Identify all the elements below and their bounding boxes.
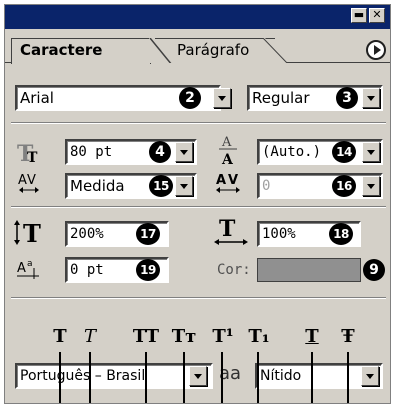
tracking-icon: A V (216, 173, 240, 193)
callout-badge: 14 (332, 141, 356, 163)
font-family-dropdown[interactable] (213, 88, 231, 108)
callout-badge: 17 (136, 223, 160, 245)
separator (11, 297, 386, 299)
leading-icon: A A (219, 135, 237, 167)
callout-badge: 2 (179, 87, 201, 109)
callout-badge: 16 (332, 175, 356, 197)
color-label: Cor: (217, 262, 251, 278)
font-size-dropdown[interactable] (175, 142, 193, 162)
strikethrough-button[interactable]: Ŧ (337, 326, 359, 348)
callout-pointer-line (311, 352, 313, 403)
callout-badge: 9 (363, 259, 385, 281)
svg-text:V: V (228, 173, 238, 188)
faux-bold-button[interactable]: T (49, 326, 71, 348)
kerning-icon: A V (18, 173, 39, 193)
separator (11, 122, 386, 124)
svg-text:a: a (27, 259, 33, 269)
underline-button[interactable]: T (301, 326, 323, 348)
tab-edge (149, 38, 172, 63)
callout-badge: 15 (149, 175, 173, 197)
small-caps-button[interactable]: Tт (169, 326, 199, 348)
horizontal-scale-icon: T (214, 217, 248, 245)
vertical-scale-icon: T (14, 219, 41, 247)
panel-menu-icon[interactable] (366, 40, 386, 60)
color-swatch[interactable] (257, 258, 361, 282)
tab-strip: Parágrafo Caractere (5, 29, 390, 64)
antialias-dropdown[interactable] (361, 366, 379, 386)
separator (11, 206, 386, 208)
tab-caractere[interactable]: Caractere (11, 38, 151, 64)
svg-text:T: T (219, 217, 236, 242)
kerning-dropdown[interactable] (175, 176, 193, 196)
svg-text:A: A (17, 261, 26, 276)
svg-text:A: A (221, 135, 232, 150)
subscript-button[interactable]: T₁ (245, 326, 273, 348)
callout-pointer-line (221, 352, 223, 403)
callout-pointer-line (145, 352, 147, 403)
callout-pointer-line (59, 352, 61, 403)
baseline-shift-icon: A a (17, 259, 39, 279)
title-bar[interactable]: ▬ ✕ (5, 5, 390, 29)
character-panel: ▬ ✕ Parágrafo Caractere Arial 2 Regular … (4, 4, 391, 404)
tracking-dropdown[interactable] (362, 176, 380, 196)
language-dropdown[interactable] (189, 366, 207, 386)
callout-pointer-line (183, 352, 185, 403)
font-size-icon-small: T (27, 150, 38, 166)
callout-badge: 3 (336, 87, 358, 109)
svg-text:A: A (216, 173, 226, 188)
all-caps-button[interactable]: TT (129, 326, 163, 348)
callout-badge: 4 (149, 141, 171, 163)
close-icon[interactable]: ✕ (369, 8, 385, 23)
callout-pointer-line (347, 352, 349, 403)
leading-dropdown[interactable] (362, 142, 380, 162)
superscript-button[interactable]: T¹ (209, 326, 237, 348)
tab-edge (263, 38, 287, 63)
minimize-icon[interactable]: ▬ (351, 8, 367, 23)
font-style-dropdown[interactable] (362, 88, 380, 108)
tab-paragrafo[interactable]: Parágrafo (155, 38, 275, 63)
callout-badge: 19 (136, 259, 160, 281)
svg-text:A: A (221, 152, 234, 167)
svg-text:A: A (18, 173, 27, 188)
faux-italic-button[interactable]: T (79, 326, 101, 348)
callout-pointer-line (89, 352, 91, 403)
svg-text:V: V (27, 173, 36, 188)
callout-pointer-line (257, 352, 259, 403)
svg-text:T: T (23, 219, 41, 247)
callout-badge: 18 (329, 223, 353, 245)
